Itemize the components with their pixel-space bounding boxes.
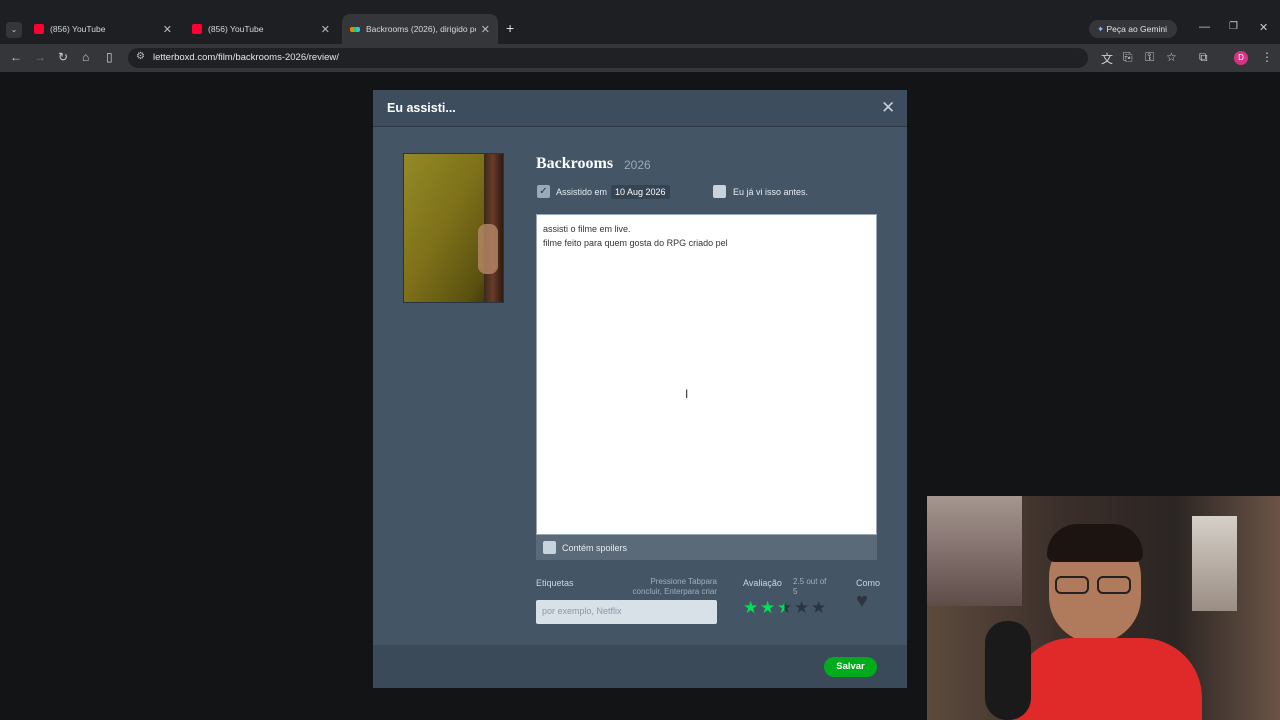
modal-title: Eu assisti... xyxy=(387,101,456,115)
tab-title: Backrooms (2026), dirigido por xyxy=(366,24,476,34)
save-button[interactable]: Salvar xyxy=(824,657,877,677)
minimize-button[interactable]: — xyxy=(1199,21,1210,33)
film-year: 2026 xyxy=(624,158,651,172)
webcam-person-hair xyxy=(1047,524,1143,562)
gemini-label: Peça ao Gemini xyxy=(1106,24,1167,34)
youtube-icon xyxy=(192,24,202,34)
log-film-modal: Eu assisti... ✕ Backrooms 2026 ✓ Assisti… xyxy=(373,90,907,688)
translate-icon[interactable]: 文 xyxy=(1101,50,1113,67)
extensions-icon[interactable]: ⧉ xyxy=(1199,50,1208,65)
bookmark-star-icon[interactable]: ☆ xyxy=(1166,50,1177,64)
restore-button[interactable]: ❐ xyxy=(1229,21,1238,32)
tags-hint: Pressione Tabpara concluir, Enterpara cr… xyxy=(607,577,717,597)
film-title: Backrooms xyxy=(536,155,614,172)
install-app-icon[interactable]: ⎘ xyxy=(1123,50,1133,65)
back-icon[interactable]: ← xyxy=(10,50,22,64)
address-bar[interactable]: ⚙ letterboxd.com/film/backrooms-2026/rev… xyxy=(128,48,1088,68)
tags-hint-line: concluir, Enterpara criar xyxy=(632,587,717,596)
new-tab-button[interactable]: + xyxy=(506,20,514,36)
watched-on-checkbox[interactable]: ✓ xyxy=(537,185,550,198)
webcam-microphone xyxy=(985,621,1031,720)
tab-letterboxd[interactable]: Backrooms (2026), dirigido por ✕ xyxy=(342,14,498,44)
url-text: letterboxd.com/film/backrooms-2026/revie… xyxy=(153,52,339,63)
tab-search-button[interactable]: ⌄ xyxy=(6,22,22,38)
menu-kebab-icon[interactable]: ⋮ xyxy=(1261,50,1273,64)
poster-hand xyxy=(478,224,498,274)
tab-youtube-2[interactable]: (856) YouTube ✕ xyxy=(184,14,338,44)
browser-tab-bar: ⌄ (856) YouTube ✕ (856) YouTube ✕ Backro… xyxy=(0,0,1280,44)
rating-star[interactable]: ★ xyxy=(777,598,792,618)
window-close-button[interactable]: ✕ xyxy=(1259,21,1268,34)
rating-star[interactable]: ★ xyxy=(760,598,775,618)
webcam-overlay xyxy=(927,496,1280,720)
webcam-glasses-left xyxy=(1055,576,1089,594)
gemini-icon: ✦ xyxy=(1097,24,1105,34)
close-icon[interactable]: ✕ xyxy=(481,23,490,36)
split-view-icon[interactable]: ▯ xyxy=(106,50,113,64)
like-label: Como xyxy=(856,578,881,588)
reload-icon[interactable]: ↻ xyxy=(58,50,68,64)
close-icon[interactable]: ✕ xyxy=(321,23,330,36)
tab-youtube-1[interactable]: (856) YouTube ✕ xyxy=(26,14,180,44)
close-icon[interactable]: ✕ xyxy=(881,98,895,118)
watched-date[interactable]: 10 Aug 2026 xyxy=(611,185,670,199)
rating-star[interactable]: ★ xyxy=(743,598,758,618)
rating-star[interactable]: ★ xyxy=(811,598,826,618)
site-info-icon[interactable]: ⚙ xyxy=(136,51,145,62)
rating-star[interactable]: ★ xyxy=(794,598,809,618)
heart-icon[interactable]: ♥ xyxy=(856,590,868,613)
forward-icon[interactable]: → xyxy=(34,50,46,64)
webcam-poster-left xyxy=(927,496,1022,606)
spoiler-checkbox[interactable] xyxy=(543,541,556,554)
home-icon[interactable]: ⌂ xyxy=(82,50,89,64)
spoiler-label: Contém spoilers xyxy=(562,543,628,553)
film-poster xyxy=(403,153,504,303)
rating-stars[interactable]: ★ ★ ★ ★ ★ xyxy=(743,90,833,650)
tags-hint-line: Pressione Tabpara xyxy=(650,577,717,586)
close-icon[interactable]: ✕ xyxy=(163,23,172,36)
tab-title: (856) YouTube xyxy=(50,24,106,34)
tags-input[interactable]: por exemplo, Netflix xyxy=(536,600,717,624)
text-cursor-icon: I xyxy=(685,387,689,401)
password-key-icon[interactable]: ⚿ xyxy=(1145,50,1154,65)
webcam-person-shirt xyxy=(1012,638,1202,720)
rewatch-checkbox[interactable] xyxy=(713,185,726,198)
tab-title: (856) YouTube xyxy=(208,24,264,34)
webcam-poster-right xyxy=(1192,516,1237,611)
profile-avatar[interactable]: D xyxy=(1234,51,1248,65)
gemini-button[interactable]: ✦ Peça ao Gemini xyxy=(1089,20,1177,38)
youtube-icon xyxy=(34,24,44,34)
letterboxd-icon xyxy=(350,26,360,32)
tags-label: Etiquetas xyxy=(536,578,574,588)
webcam-glasses-right xyxy=(1097,576,1131,594)
watched-on-label: Assistido em xyxy=(556,187,608,197)
